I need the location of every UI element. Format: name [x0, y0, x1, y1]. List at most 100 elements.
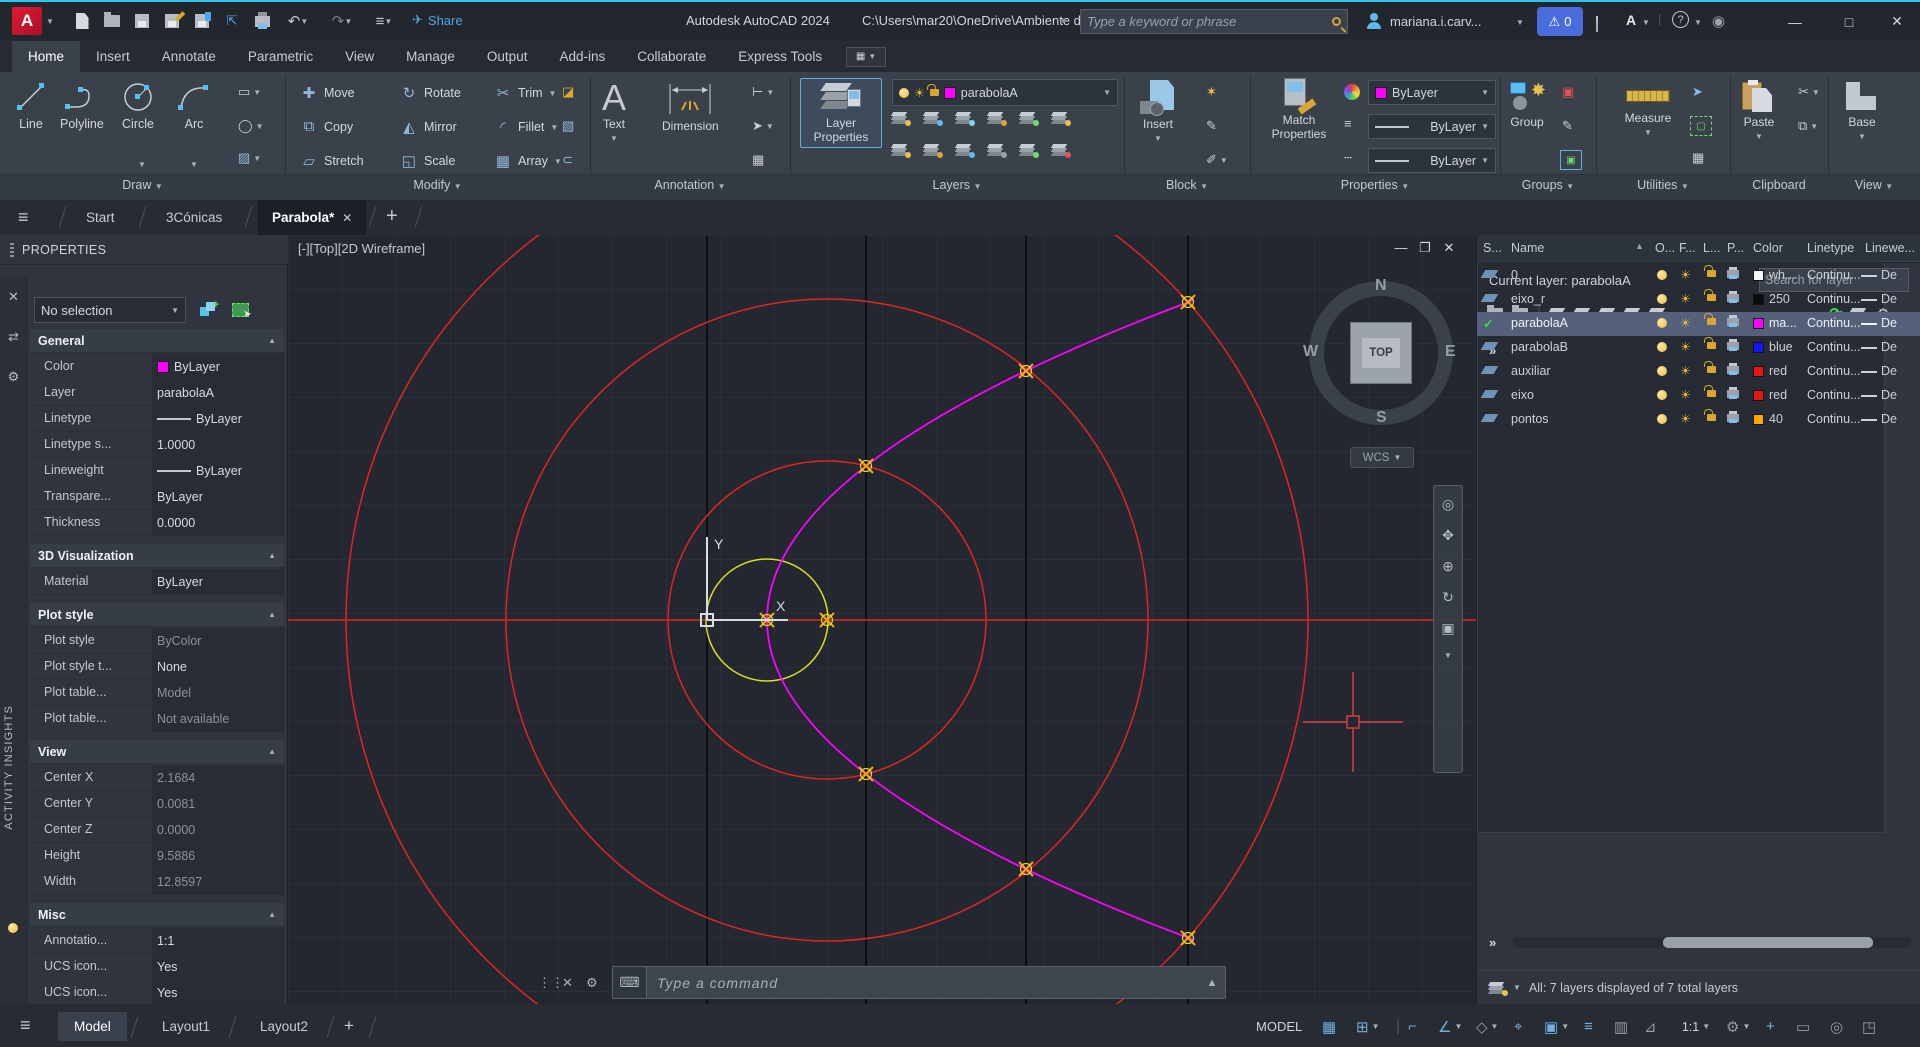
prop-row-transparency[interactable]: Transpare...ByLayer: [30, 484, 284, 510]
help-search-box[interactable]: [1080, 9, 1348, 34]
layer-thaw-all-tool[interactable]: [892, 144, 908, 156]
hscrollbar-thumb[interactable]: [1663, 937, 1873, 948]
move-tool[interactable]: ✚Move: [300, 84, 355, 102]
qat-saveas-button[interactable]: [160, 11, 184, 31]
qat-save-button[interactable]: [130, 11, 154, 31]
layer-on-icon[interactable]: [1657, 390, 1667, 400]
measure-button[interactable]: Measure▼: [1612, 80, 1684, 137]
qat-undo-button[interactable]: ↶▼: [286, 11, 310, 31]
paste-button[interactable]: Paste▼: [1742, 80, 1776, 141]
prop-row-thickness[interactable]: Thickness0.0000: [30, 510, 284, 536]
arc-flyout-caret-icon[interactable]: ▼: [190, 160, 198, 169]
ribbon-tab-express-tools[interactable]: Express Tools: [722, 41, 838, 72]
cmdline-grip-icon[interactable]: ⋮⋮: [538, 975, 564, 991]
section-general[interactable]: General▲: [30, 329, 284, 353]
zoom-icon[interactable]: ⊕: [1442, 558, 1454, 575]
view-panel-title[interactable]: View ▼: [1828, 178, 1920, 192]
layer-color-swatch[interactable]: [1753, 270, 1764, 281]
layer-plot-icon[interactable]: [1727, 270, 1739, 278]
viewport-minimize-icon[interactable]: —: [1390, 240, 1412, 255]
prop-row-layer[interactable]: LayerparabolaA: [30, 380, 284, 406]
ortho-mode-toggle[interactable]: ⌐: [1408, 1014, 1417, 1039]
ribbon-tab-manage[interactable]: Manage: [390, 41, 471, 72]
layer-off-tool[interactable]: [892, 112, 908, 124]
layer-row[interactable]: auxiliar ☀ red Continu... De: [1477, 360, 1920, 384]
prop-row-linetype[interactable]: LinetypeByLayer: [30, 406, 284, 432]
filter-toggle-icon[interactable]: [1489, 982, 1505, 994]
wcs-menu[interactable]: WCS▼: [1350, 447, 1414, 468]
arc-tool[interactable]: Arc: [176, 80, 212, 131]
layer-name[interactable]: parabolaB: [1511, 340, 1568, 354]
showmotion-icon[interactable]: ▣: [1441, 620, 1454, 637]
hatch-tool[interactable]: ▨▼: [238, 150, 261, 166]
prop-row-annotation-scale[interactable]: Annotatio...1:1: [30, 928, 284, 954]
viewport-close-icon[interactable]: ✕: [1438, 240, 1460, 256]
ribbon-tab-output[interactable]: Output: [471, 41, 544, 72]
app-menu-button[interactable]: A: [12, 7, 42, 35]
layer-freeze-icon[interactable]: ☀: [1680, 388, 1691, 402]
layer-walk-tool[interactable]: [1052, 144, 1068, 156]
ribbon-tab-annotate[interactable]: Annotate: [146, 41, 232, 72]
ribbon-tab-view[interactable]: View: [329, 41, 390, 72]
layer-freeze-icon[interactable]: ☀: [1680, 364, 1691, 378]
navbar-more-icon[interactable]: ▼: [1444, 651, 1452, 660]
viewcube-west[interactable]: W: [1303, 343, 1318, 361]
annotation-scale-button[interactable]: 1:1▼: [1674, 1014, 1718, 1039]
annotation-visibility-toggle[interactable]: ⊿: [1644, 1014, 1657, 1039]
ribbon-tab-collaborate[interactable]: Collaborate: [621, 41, 722, 72]
file-tab-3conicas[interactable]: 3Cónicas: [152, 200, 236, 235]
help-icon[interactable]: ?: [1672, 11, 1689, 28]
properties-panel-title[interactable]: Properties ▼: [1250, 178, 1500, 192]
layer-plot-icon[interactable]: [1727, 294, 1739, 302]
app-menu-caret-icon[interactable]: ▼: [46, 17, 54, 26]
modify-panel-title[interactable]: Modify ▼: [285, 178, 590, 192]
ribbon-tab-home[interactable]: Home: [12, 41, 80, 72]
new-drawing-tab-button[interactable]: +: [386, 205, 398, 228]
customization-button[interactable]: +: [1766, 1014, 1775, 1039]
viewport-restore-icon[interactable]: ❐: [1414, 240, 1436, 256]
model-tab[interactable]: Model: [58, 1012, 127, 1041]
search-icon[interactable]: [1332, 17, 1341, 26]
feedback-icon[interactable]: ◉: [1712, 12, 1725, 30]
layer-on-icon[interactable]: [1657, 294, 1667, 304]
layer-freeze-icon[interactable]: ☀: [1680, 268, 1691, 282]
insights-bulb-icon[interactable]: [8, 923, 18, 933]
selection-cycling-toggle[interactable]: ▥: [1614, 1014, 1628, 1039]
layer-lock-icon[interactable]: [1707, 366, 1716, 373]
dimension-tool[interactable]: Dimension: [662, 80, 719, 134]
prop-row-plot-style[interactable]: Plot styleByColor: [30, 628, 284, 654]
prop-row-center-z[interactable]: Center Z0.0000: [30, 817, 284, 843]
layer-row[interactable]: 0 ☀ wh... Continu... De: [1477, 264, 1920, 288]
layout1-tab[interactable]: Layout1: [146, 1012, 226, 1041]
prop-row-width[interactable]: Width12.8597: [30, 869, 284, 895]
ungroup-tool[interactable]: ▣: [1562, 84, 1574, 100]
layer-on-icon[interactable]: [1657, 270, 1667, 280]
model-space-badge[interactable]: MODEL: [1256, 1019, 1302, 1034]
ribbon-tab-insert[interactable]: Insert: [80, 41, 146, 72]
layer-name[interactable]: eixo_r: [1511, 292, 1545, 306]
section-view[interactable]: View▲: [30, 740, 284, 764]
quick-select-tool[interactable]: ➤: [1692, 84, 1703, 100]
stretch-tool[interactable]: ▱Stretch: [300, 152, 364, 170]
cut-clip-tool[interactable]: ✂▼: [1798, 84, 1820, 100]
help-search-input[interactable]: [1087, 14, 1332, 29]
layer-lock-icon[interactable]: [1707, 390, 1716, 397]
ribbon-tab-parametric[interactable]: Parametric: [232, 41, 329, 72]
quick-calculator-tool[interactable]: ▦: [1692, 150, 1704, 166]
layer-row[interactable]: eixo ☀ red Continu... De: [1477, 384, 1920, 408]
close-tab-icon[interactable]: ✕: [342, 211, 352, 225]
file-tab-parabola[interactable]: Parabola* ✕: [258, 200, 366, 235]
layer-freeze-icon[interactable]: ☀: [1680, 412, 1691, 426]
layout2-tab[interactable]: Layout2: [244, 1012, 324, 1041]
layer-row-selected[interactable]: ✓ parabolaA ☀ ma... Continu... De: [1477, 312, 1920, 336]
command-line[interactable]: ⌨ ▲: [612, 966, 1226, 999]
prop-row-plot-table-type[interactable]: Plot table...Not available: [30, 706, 284, 732]
layer-freeze-icon[interactable]: ☀: [1680, 292, 1691, 306]
base-view-button[interactable]: Base▼: [1844, 80, 1880, 141]
window-maximize-button[interactable]: □: [1826, 2, 1872, 41]
fillet-tool[interactable]: ◜Fillet▼: [494, 118, 558, 136]
layer-lock-tool[interactable]: [988, 112, 1004, 124]
layer-plot-icon[interactable]: [1727, 414, 1739, 422]
layer-lock-icon[interactable]: [1707, 318, 1716, 325]
properties-palette-titlebar[interactable]: PROPERTIES: [0, 235, 288, 265]
